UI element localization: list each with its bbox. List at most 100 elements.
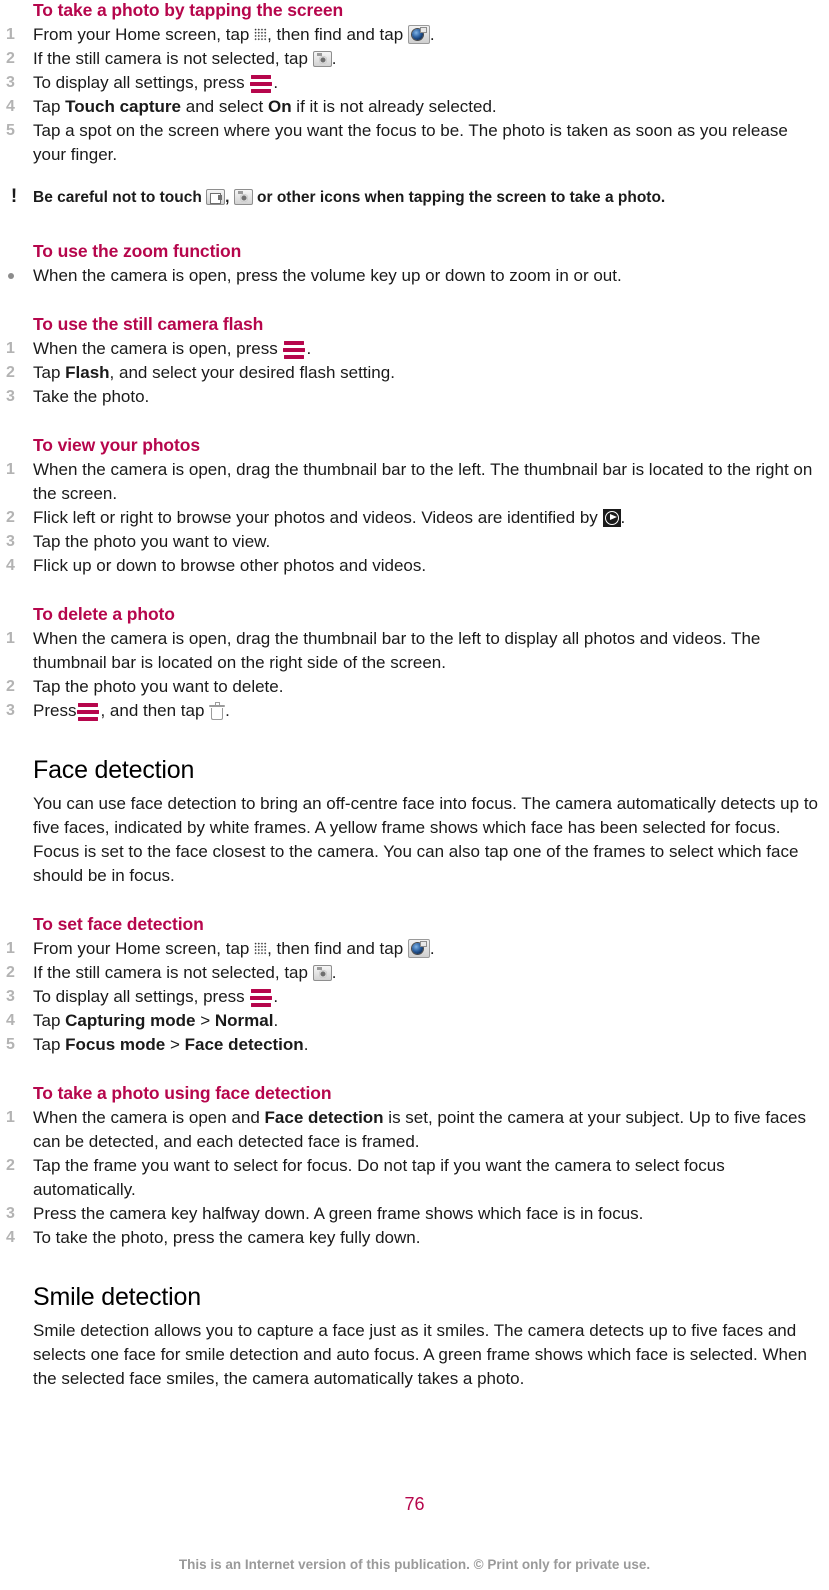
section-heading-face-detection: Face detection — [33, 756, 195, 784]
step-number: 5 — [6, 1036, 15, 1053]
step-item: 1 When the camera is open, drag the thum… — [0, 458, 829, 506]
steps-delete-photo: 1 When the camera is open, drag the thum… — [0, 627, 829, 723]
section-heading-still-camera-flash: To use the still camera flash — [33, 314, 264, 334]
step-text: , then find and tap — [267, 939, 408, 958]
section-heading-take-photo-tapping: To take a photo by tapping the screen — [33, 0, 344, 20]
step-text: From your Home screen, tap — [33, 25, 255, 44]
steps-set-face-detection: 1 From your Home screen, tap , then find… — [0, 937, 829, 1057]
step-text: > — [195, 1011, 215, 1030]
camera-app-icon — [407, 939, 430, 958]
video-camera-icon — [206, 189, 226, 205]
step-text: , and then tap — [100, 701, 210, 720]
step-item: 2 If the still camera is not selected, t… — [0, 961, 829, 985]
page-content: To take a photo by tapping the screen 1 … — [0, 0, 829, 1391]
still-camera-icon — [233, 189, 253, 205]
step-item: 5 Tap Focus mode > Face detection. — [0, 1033, 829, 1057]
step-text: . — [273, 73, 279, 92]
page-number: 76 — [404, 1494, 425, 1514]
step-item: 2 If the still camera is not selected, t… — [0, 47, 829, 71]
manual-page: To take a photo by tapping the screen 1 … — [0, 0, 829, 1590]
step-text: , then find and tap — [267, 25, 408, 44]
step-text: . — [303, 1035, 309, 1054]
smile-detection-paragraph: Smile detection allows you to capture a … — [33, 1321, 807, 1388]
step-text: . — [273, 987, 279, 1006]
step-text: Press the camera key halfway down. A gre… — [33, 1204, 644, 1223]
step-item: 1 When the camera is open, press . — [0, 337, 829, 361]
step-number: 5 — [6, 122, 15, 139]
step-text: Tap — [33, 1011, 66, 1030]
step-text: When the camera is open, press — [33, 339, 283, 358]
section-heading-set-face-detection: To set face detection — [33, 914, 204, 934]
step-text: . — [225, 701, 230, 720]
step-text: Flick left or right to browse your photo… — [33, 508, 603, 527]
step-number: 2 — [6, 509, 15, 526]
step-number: 3 — [6, 388, 15, 405]
app-grid-icon — [254, 28, 268, 41]
step-number: 1 — [6, 461, 15, 478]
bullet-item: When the camera is open, press the volum… — [0, 264, 829, 288]
face-detection-paragraph: You can use face detection to bring an o… — [33, 794, 818, 885]
trash-icon — [209, 702, 226, 720]
step-text: . — [331, 963, 337, 982]
note-text: or other icons when tapping the screen t… — [252, 189, 666, 206]
step-text: To take the photo, press the camera key … — [33, 1228, 421, 1247]
bullet-dot-icon — [8, 273, 14, 279]
step-bold-term: Focus mode — [65, 1035, 166, 1054]
step-item: 3 To display all settings, press . — [0, 985, 829, 1009]
step-item: 5 Tap a spot on the screen where you wan… — [0, 119, 829, 167]
step-number: 1 — [6, 26, 15, 43]
step-text: When the camera is open, drag the thumbn… — [33, 629, 761, 672]
section-heading-delete-photo: To delete a photo — [33, 604, 175, 624]
section-heading-take-photo-face-detection: To take a photo using face detection — [33, 1083, 332, 1103]
step-text: Take the photo. — [33, 387, 150, 406]
step-number: 3 — [6, 533, 15, 550]
step-text: Flick up or down to browse other photos … — [33, 556, 427, 575]
still-camera-icon — [312, 51, 332, 67]
step-text: To display all settings, press — [33, 987, 250, 1006]
step-item: 3 Tap the photo you want to view. — [0, 530, 829, 554]
step-text: . — [273, 1011, 279, 1030]
section-heading-smile-detection: Smile detection — [33, 1283, 201, 1311]
step-text: Tap the frame you want to select for foc… — [33, 1156, 725, 1199]
step-text: Tap — [33, 97, 66, 116]
step-number: 1 — [6, 630, 15, 647]
step-text: Tap the photo you want to view. — [33, 532, 271, 551]
steps-take-photo-face-detection: 1 When the camera is open and Face detec… — [0, 1106, 829, 1250]
step-number: 2 — [6, 50, 15, 67]
step-item: 1 When the camera is open, drag the thum… — [0, 627, 829, 675]
step-item: 2 Tap the photo you want to delete. — [0, 675, 829, 699]
step-number: 3 — [6, 74, 15, 91]
step-text: When the camera is open and — [33, 1108, 265, 1127]
menu-key-icon — [77, 703, 100, 722]
step-text: Tap the photo you want to delete. — [33, 677, 284, 696]
step-item: 2 Tap Flash, and select your desired fla… — [0, 361, 829, 385]
step-item: 1 From your Home screen, tap , then find… — [0, 937, 829, 961]
step-text: . — [620, 508, 626, 527]
steps-take-photo-tapping: 1 From your Home screen, tap , then find… — [0, 23, 829, 167]
step-number: 3 — [6, 1205, 15, 1222]
step-number: 2 — [6, 364, 15, 381]
step-text: > — [165, 1035, 185, 1054]
step-text: Tap a spot on the screen where you want … — [33, 121, 788, 164]
step-text: , and select your desired flash setting. — [109, 363, 395, 382]
step-bold-term: Touch capture — [65, 97, 182, 116]
bullets-zoom-function: When the camera is open, press the volum… — [0, 264, 829, 288]
video-play-icon — [602, 509, 621, 527]
step-item: 1 From your Home screen, tap , then find… — [0, 23, 829, 47]
step-item: 3 Press the camera key halfway down. A g… — [0, 1202, 829, 1226]
step-text: . — [331, 49, 337, 68]
step-text: From your Home screen, tap — [33, 939, 255, 958]
note-callout: ! Be careful not to touch , or other icon… — [0, 186, 829, 209]
step-text: if it is not already selected. — [291, 97, 497, 116]
steps-still-camera-flash: 1 When the camera is open, press . 2 Tap… — [0, 337, 829, 409]
exclamation-icon: ! — [10, 186, 18, 207]
section-heading-zoom-function: To use the zoom function — [33, 241, 242, 261]
step-text: . — [429, 25, 435, 44]
step-item: 4 Flick up or down to browse other photo… — [0, 554, 829, 578]
